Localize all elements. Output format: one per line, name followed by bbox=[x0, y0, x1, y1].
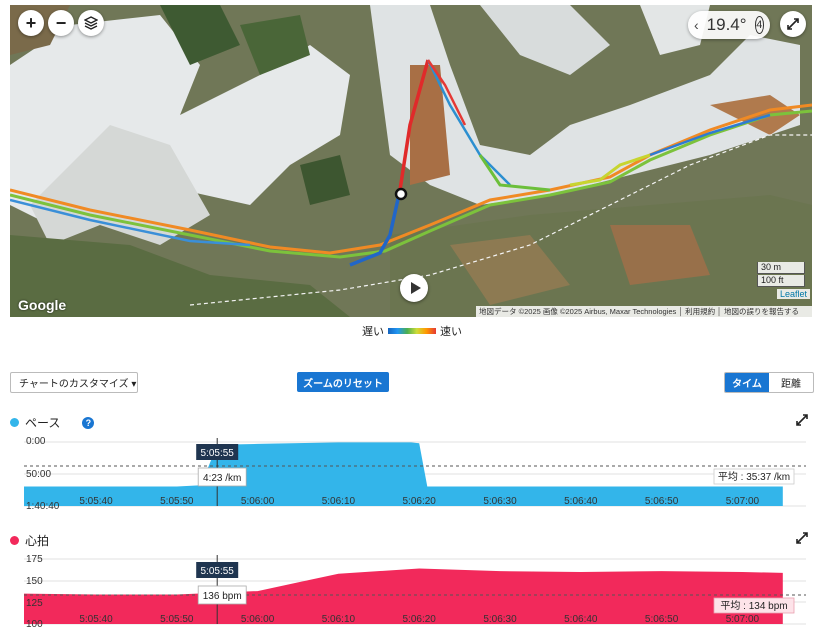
bearing-control[interactable]: ‹ 19.4° 4 bbox=[688, 11, 770, 39]
pace-x-tick-label: 5:06:40 bbox=[564, 496, 598, 507]
pace-y-tick-label: 0:00 bbox=[26, 436, 46, 447]
hr-y-tick-label: 125 bbox=[26, 598, 43, 609]
layers-button[interactable] bbox=[78, 10, 104, 36]
hr-x-tick-label: 5:06:50 bbox=[645, 614, 679, 625]
speed-legend: 遅い 速い bbox=[362, 323, 462, 339]
map-attribution[interactable]: 地図データ ©2025 画像 ©2025 Airbus, Maxar Techn… bbox=[476, 306, 812, 317]
pace-x-tick-label: 5:06:10 bbox=[322, 496, 356, 507]
scale-meters: 30 m bbox=[757, 262, 805, 274]
customize-chart-dropdown[interactable]: チャートのカスタマイズ ▾ bbox=[10, 372, 138, 393]
pace-y-tick-label: 50:00 bbox=[26, 469, 51, 480]
pace-expand-icon[interactable] bbox=[796, 414, 808, 429]
distance-toggle-button[interactable]: 距離 bbox=[769, 373, 813, 392]
hr-dot bbox=[10, 536, 19, 545]
fullscreen-button[interactable] bbox=[780, 11, 806, 37]
time-toggle-button[interactable]: タイム bbox=[725, 373, 769, 392]
legend-slow: 遅い bbox=[362, 326, 384, 338]
hr-x-tick-label: 5:06:40 bbox=[564, 614, 598, 625]
chevron-left-icon[interactable]: ‹ bbox=[694, 17, 699, 33]
pace-title: ペース bbox=[25, 416, 61, 430]
pace-dot bbox=[10, 418, 19, 427]
hr-y-tick-label: 150 bbox=[26, 576, 43, 587]
pace-x-tick-label: 5:06:00 bbox=[241, 496, 275, 507]
hr-y-tick-label: 100 bbox=[26, 619, 43, 630]
bearing-value: 19.4° bbox=[706, 15, 747, 34]
pace-x-tick-label: 5:06:20 bbox=[403, 496, 437, 507]
hr-average-label: 平均 : 134 bpm bbox=[720, 600, 787, 612]
pace-x-tick-label: 5:07:00 bbox=[726, 496, 760, 507]
hr-cursor-value: 136 bpm bbox=[203, 591, 242, 602]
pace-average-label: 平均 : 35:37 /km bbox=[718, 471, 790, 483]
pace-chart[interactable]: 0:00 50:00 1:40:40 5:05:40 5:05:50 5:06:00 5:0… bbox=[0, 430, 820, 516]
zoom-in-button[interactable]: + bbox=[18, 10, 44, 36]
hr-x-tick-label: 5:06:30 bbox=[483, 614, 517, 625]
hr-y-tick-label: 175 bbox=[26, 554, 43, 565]
leaflet-link[interactable]: Leaflet bbox=[776, 289, 810, 299]
hr-expand-icon[interactable] bbox=[796, 532, 808, 547]
play-button[interactable] bbox=[400, 274, 428, 302]
pace-y-tick-label: 1:40:40 bbox=[26, 501, 60, 512]
hr-section-title: 心拍 bbox=[10, 532, 49, 549]
pace-x-tick-label: 5:05:40 bbox=[79, 496, 113, 507]
google-logo: Google bbox=[18, 297, 67, 313]
hr-x-tick-label: 5:05:40 bbox=[79, 614, 113, 625]
hr-title: 心拍 bbox=[25, 534, 50, 548]
hr-x-tick-label: 5:06:10 bbox=[322, 614, 356, 625]
pace-cursor-time: 5:05:55 bbox=[201, 448, 235, 459]
x-axis-toggle[interactable]: タイム 距離 bbox=[724, 372, 814, 393]
hr-chart[interactable]: 175 150 125 100 5:05:40 5:05:50 5:06:00 5:06:10… bbox=[0, 548, 820, 634]
route-map[interactable]: + − ‹ 19.4° 4 Google 30 m 100 ft Leaflet… bbox=[10, 5, 812, 317]
hr-x-tick-label: 5:05:50 bbox=[160, 614, 194, 625]
help-icon[interactable]: ? bbox=[82, 416, 95, 429]
pace-x-tick-label: 5:06:30 bbox=[483, 496, 517, 507]
hr-x-tick-label: 5:07:00 bbox=[726, 614, 760, 625]
pace-x-tick-label: 5:05:50 bbox=[160, 496, 194, 507]
hr-x-tick-label: 5:06:00 bbox=[241, 614, 275, 625]
pace-cursor-value: 4:23 /km bbox=[203, 473, 241, 484]
satellite-terrain bbox=[10, 5, 812, 317]
layers-icon bbox=[84, 16, 98, 30]
pace-section-title: ペース ? bbox=[10, 414, 95, 431]
zoom-out-button[interactable]: − bbox=[48, 10, 74, 36]
legend-gradient bbox=[388, 328, 436, 334]
legend-fast: 速い bbox=[440, 326, 462, 338]
expand-icon bbox=[787, 18, 799, 30]
scale-feet: 100 ft bbox=[757, 275, 805, 287]
compass-count[interactable]: 4 bbox=[754, 16, 764, 34]
hr-cursor-time: 5:05:55 bbox=[201, 566, 235, 577]
reset-zoom-button[interactable]: ズームのリセット bbox=[297, 372, 389, 392]
hr-x-tick-label: 5:06:20 bbox=[403, 614, 437, 625]
pace-x-tick-label: 5:06:50 bbox=[645, 496, 679, 507]
